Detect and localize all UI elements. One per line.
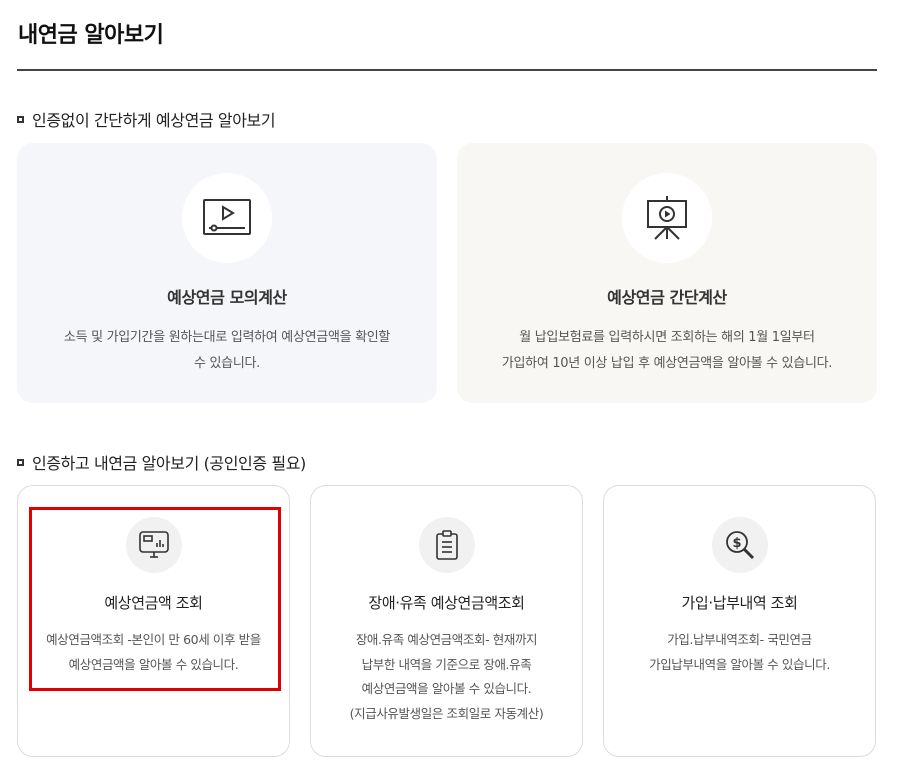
section-title: 인증없이 간단하게 예상연금 알아보기 xyxy=(32,111,276,130)
section-title: 인증하고 내연금 알아보기 (공인인증 필요) xyxy=(32,454,306,473)
card-title: 예상연금액 조회 xyxy=(104,594,203,612)
presentation-board-icon xyxy=(622,173,712,263)
card-title: 가입·납부내역 조회 xyxy=(681,594,798,612)
disability-survivor-inquiry-card[interactable]: 장애·유족 예상연금액조회 장애.유족 예상연금액조회- 현재까지 납부한 내역… xyxy=(310,485,583,757)
card-description: 예상연금액조회 -본인이 만 60세 이후 받을 예상연금액을 알아볼 수 있습… xyxy=(46,632,261,672)
section-heading-no-auth: 인증없이 간단하게 예상연금 알아보기 xyxy=(17,107,276,131)
square-bullet-icon xyxy=(17,458,24,466)
simple-calc-card[interactable]: 예상연금 간단계산 월 납입보험료를 입력하시면 조회하는 해의 1월 1일부터… xyxy=(457,143,877,403)
card-description: 장애.유족 예상연금액조회- 현재까지 납부한 내역을 기준으로 장애.유족 예… xyxy=(349,632,544,721)
card-title: 장애·유족 예상연금액조회 xyxy=(368,594,525,612)
expected-pension-inquiry-card[interactable]: 예상연금액 조회 예상연금액조회 -본인이 만 60세 이후 받을 예상연금액을… xyxy=(17,485,290,757)
section-heading-auth: 인증하고 내연금 알아보기 (공인인증 필요) xyxy=(17,450,306,474)
card-description: 소득 및 가입기간을 원하는대로 입력하여 예상연금액을 확인할 수 있습니다. xyxy=(63,330,391,371)
card-description: 가입.납부내역조회- 국민연금 가입납부내역을 알아볼 수 있습니다. xyxy=(649,632,830,672)
title-divider xyxy=(17,69,877,71)
dollar-magnifier-icon: $ xyxy=(712,517,768,573)
simulation-calc-card[interactable]: 예상연금 모의계산 소득 및 가입기간을 원하는대로 입력하여 예상연금액을 확… xyxy=(17,143,437,403)
video-play-icon xyxy=(182,173,272,263)
card-title: 예상연금 모의계산 xyxy=(167,288,287,307)
monitor-chart-icon xyxy=(126,517,182,573)
clipboard-icon xyxy=(419,517,475,573)
svg-text:$: $ xyxy=(732,536,741,551)
page-title: 내연금 알아보기 xyxy=(18,23,164,48)
subscription-payment-inquiry-card[interactable]: $ 가입·납부내역 조회 가입.납부내역조회- 국민연금 가입납부내역을 알아볼… xyxy=(603,485,876,757)
square-bullet-icon xyxy=(17,115,24,123)
card-title: 예상연금 간단계산 xyxy=(607,288,727,307)
card-description: 월 납입보험료를 입력하시면 조회하는 해의 1월 1일부터 가입하여 10년 … xyxy=(501,330,833,371)
